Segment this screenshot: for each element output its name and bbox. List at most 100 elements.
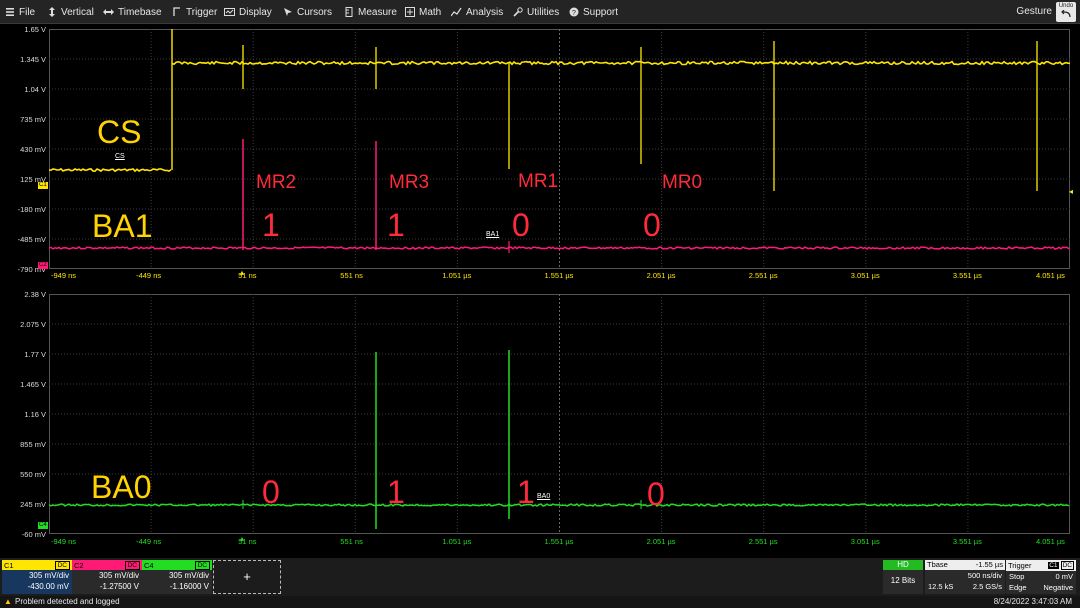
x-axis-label: 4.051 µs — [1036, 537, 1065, 546]
waveform-area: 1.65 V 1.345 V 1.04 V 735 mV 430 mV 125 mV -18… — [0, 24, 1080, 558]
c2-offset-marker[interactable]: C2 — [38, 262, 48, 269]
x-axis-label: 1.551 µs — [544, 537, 574, 546]
y-axis-label: 1.65 V — [24, 25, 46, 34]
menu-file[interactable]: File — [4, 0, 35, 24]
measure-icon — [343, 7, 354, 18]
menu-icon — [4, 7, 15, 18]
menu-vertical[interactable]: Vertical — [46, 0, 94, 24]
ba0-trace-tag: BA0 — [537, 493, 551, 500]
trigger-level-marker[interactable]: ◂ — [1069, 187, 1073, 196]
c2-descriptor[interactable]: C2 DC 305 mV/div -1.27500 V — [72, 560, 142, 594]
c1-descriptor[interactable]: C1 DC 305 mV/div -430.00 mV — [2, 560, 72, 594]
cs-trace-tag: CS — [115, 153, 125, 160]
trigger-descriptor[interactable]: Trigger C1 DC Stop 0 mV Edge Negative — [1006, 560, 1076, 594]
x-axis-label: 2.551 µs — [748, 271, 778, 280]
y-axis-label: 1.16 V — [24, 410, 46, 419]
y-axis-label: 855 mV — [20, 440, 46, 449]
menu-support[interactable]: ? Support — [568, 0, 618, 24]
y-axis-label: -485 mV — [17, 235, 46, 244]
y-axis-label: 430 mV — [20, 145, 46, 154]
status-bar: ▲ Problem detected and logged 8/24/2022 … — [0, 596, 1080, 608]
display-icon — [224, 7, 235, 18]
ba0-bit-mr0: 0 — [647, 476, 665, 512]
y-axis-label: -60 mV — [21, 530, 46, 539]
gesture-label: Gesture — [1016, 6, 1052, 17]
x-axis-label: -449 ns — [136, 537, 162, 546]
ba0-bit-mr2: 0 — [262, 474, 280, 510]
menu-cursors[interactable]: Cursors — [282, 0, 332, 24]
channel-descriptor-bar: C1 DC 305 mV/div -430.00 mV C2 DC 305 mV/d… — [0, 558, 1080, 596]
svg-text:?: ? — [572, 10, 576, 17]
x-axis-label: 3.051 µs — [850, 537, 880, 546]
ba0-bit-mr1: 1 — [517, 474, 535, 510]
ba1-bit-mr2: 1 — [262, 207, 280, 243]
y-axis-label: 1.77 V — [24, 350, 46, 359]
cursors-icon — [282, 7, 293, 18]
ba1-bit-mr1: 0 — [512, 207, 530, 243]
status-datetime: 8/24/2022 3:47:03 AM — [993, 597, 1072, 606]
ba1-bit-mr0: 0 — [643, 207, 661, 243]
y-axis-label: 2.075 V — [20, 320, 46, 329]
upper-grid[interactable] — [49, 29, 1070, 269]
ba0-bit-mr3: 1 — [387, 474, 405, 510]
annotation-mr0: MR0 — [662, 172, 703, 193]
cs-trace-high — [171, 60, 1070, 66]
undo-button[interactable]: Undo — [1056, 2, 1076, 22]
annotation-mr3: MR3 — [389, 172, 430, 193]
y-axis-label: 1.465 V — [20, 380, 46, 389]
x-axis-label: 4.051 µs — [1036, 271, 1065, 280]
x-axis-label: 3.551 µs — [952, 537, 982, 546]
x-axis-label: 1.551 µs — [544, 271, 574, 280]
x-axis-label: 1.051 µs — [442, 537, 472, 546]
menu-utilities[interactable]: Utilities — [512, 0, 559, 24]
x-axis-label: 1.051 µs — [442, 271, 472, 280]
signal-label-cs: CS — [97, 114, 142, 150]
menu-display[interactable]: Display — [224, 0, 272, 24]
ba1-bit-mr3: 1 — [387, 207, 405, 243]
x-axis-label: 2.051 µs — [646, 271, 676, 280]
support-icon: ? — [568, 7, 579, 18]
ba1-trace — [49, 246, 1070, 250]
menu-bar: File Vertical Timebase Trigger Display C… — [0, 0, 1080, 24]
menu-math[interactable]: Math — [404, 0, 441, 24]
y-axis-label: 735 mV — [20, 115, 46, 124]
x-axis-label: -449 ns — [136, 271, 162, 280]
annotation-mr1: MR1 — [518, 171, 559, 192]
utilities-icon — [512, 7, 523, 18]
ba1-trace-tag: BA1 — [486, 231, 500, 238]
y-axis-label: 245 mV — [20, 500, 46, 509]
annotation-mr2: MR2 — [256, 172, 297, 193]
add-channel-button[interactable]: + — [213, 560, 281, 594]
timebase-descriptor[interactable]: Tbase -1.55 µs 500 ns/div 12.5 kS 2.5 GS/s — [925, 560, 1005, 594]
trigger-time-marker-lower[interactable]: ▴ — [240, 534, 244, 543]
signal-label-ba1: BA1 — [92, 208, 153, 244]
status-message[interactable]: Problem detected and logged — [15, 597, 120, 606]
x-axis-label: 551 ns — [340, 537, 363, 546]
y-axis-label: 1.345 V — [20, 55, 46, 64]
x-axis-label: 3.551 µs — [952, 271, 982, 280]
x-axis-label: -949 ns — [51, 537, 77, 546]
y-axis-label: 2.38 V — [24, 290, 46, 299]
hd-descriptor[interactable]: HD 12 Bits — [883, 560, 923, 594]
timebase-icon — [103, 7, 114, 18]
warning-icon[interactable]: ▲ — [4, 597, 12, 606]
trigger-icon — [171, 7, 182, 18]
x-axis-label: -949 ns — [51, 271, 77, 280]
analysis-icon — [451, 7, 462, 18]
x-axis-label: 3.051 µs — [850, 271, 880, 280]
menu-analysis[interactable]: Analysis — [451, 0, 503, 24]
vertical-icon — [46, 7, 57, 18]
menu-measure[interactable]: Measure — [343, 0, 397, 24]
c4-descriptor[interactable]: C4 DC 305 mV/div -1.16000 V — [142, 560, 212, 594]
menu-timebase[interactable]: Timebase — [103, 0, 162, 24]
cs-trace-low — [49, 167, 172, 173]
y-axis-label: 550 mV — [20, 470, 46, 479]
x-axis-label: 2.051 µs — [646, 537, 676, 546]
signal-label-ba0: BA0 — [91, 469, 152, 505]
c4-offset-marker[interactable]: C4 — [38, 522, 48, 529]
c1-offset-marker[interactable]: C1 — [38, 182, 48, 189]
menu-trigger[interactable]: Trigger — [171, 0, 217, 24]
trigger-time-marker[interactable]: ▴ — [240, 268, 244, 277]
lower-grid[interactable] — [49, 294, 1070, 534]
y-axis-label: 1.04 V — [24, 85, 46, 94]
